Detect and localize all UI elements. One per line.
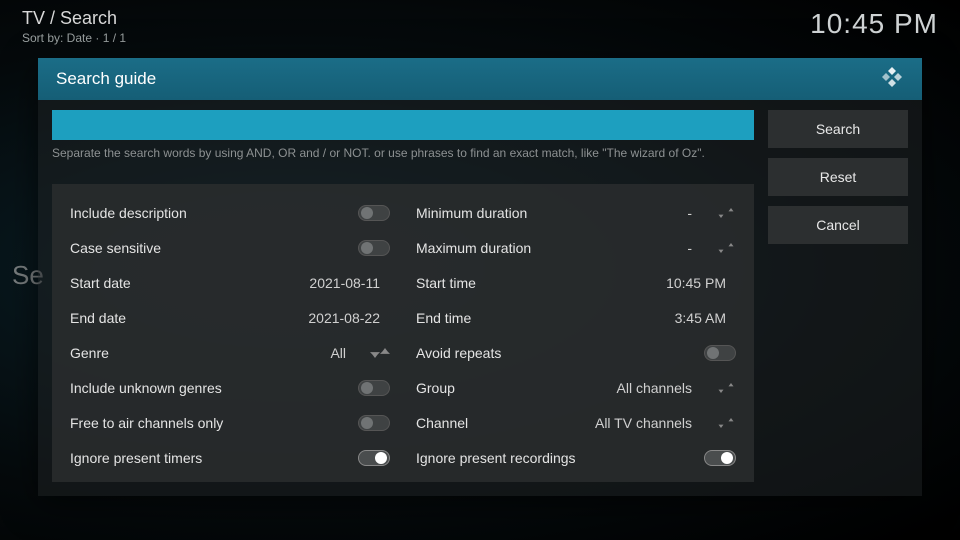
kodi-logo-icon — [880, 65, 904, 94]
include-description-toggle[interactable] — [358, 205, 390, 221]
clock: 10:45 PM — [810, 8, 938, 40]
sort-info: Sort by: Date · 1 / 1 — [22, 31, 126, 45]
end-date-label: End date — [70, 310, 308, 326]
search-hint: Separate the search words by using AND, … — [52, 146, 754, 162]
search-button[interactable]: Search — [768, 110, 908, 148]
group-value: All channels — [617, 380, 703, 396]
ignore-present-timers-row[interactable]: Ignore present timers — [70, 441, 390, 476]
free-to-air-label: Free to air channels only — [70, 415, 358, 431]
min-duration-label: Minimum duration — [416, 205, 687, 221]
genre-value: All — [330, 345, 356, 361]
start-date-row[interactable]: Start date 2021-08-11 — [70, 266, 390, 301]
start-date-label: Start date — [70, 275, 309, 291]
min-duration-row[interactable]: Minimum duration - — [416, 196, 736, 231]
start-date-value: 2021-08-11 — [309, 275, 390, 291]
min-duration-value: - — [687, 205, 702, 221]
start-time-value: 10:45 PM — [666, 275, 736, 291]
end-date-row[interactable]: End date 2021-08-22 — [70, 301, 390, 336]
avoid-repeats-label: Avoid repeats — [416, 345, 704, 361]
ignore-present-recordings-row[interactable]: Ignore present recordings — [416, 441, 736, 476]
start-time-row[interactable]: Start time 10:45 PM — [416, 266, 736, 301]
max-duration-row[interactable]: Maximum duration - — [416, 231, 736, 266]
case-sensitive-toggle[interactable] — [358, 240, 390, 256]
search-input[interactable] — [52, 110, 754, 140]
free-to-air-toggle[interactable] — [358, 415, 390, 431]
channel-spinner-icon[interactable] — [716, 416, 736, 430]
ignore-present-recordings-toggle[interactable] — [704, 450, 736, 466]
case-sensitive-label: Case sensitive — [70, 240, 358, 256]
include-description-label: Include description — [70, 205, 358, 221]
channel-label: Channel — [416, 415, 595, 431]
avoid-repeats-toggle[interactable] — [704, 345, 736, 361]
ignore-present-recordings-label: Ignore present recordings — [416, 450, 704, 466]
genre-row[interactable]: Genre All — [70, 336, 390, 371]
search-guide-dialog: Search guide Separate the search words b… — [38, 58, 922, 496]
dialog-header: Search guide — [38, 58, 922, 100]
ignore-present-timers-toggle[interactable] — [358, 450, 390, 466]
start-time-label: Start time — [416, 275, 666, 291]
min-duration-spinner-icon[interactable] — [716, 206, 736, 220]
ignore-present-timers-label: Ignore present timers — [70, 450, 358, 466]
max-duration-spinner-icon[interactable] — [716, 241, 736, 255]
end-time-row[interactable]: End time 3:45 AM — [416, 301, 736, 336]
group-spinner-icon[interactable] — [716, 381, 736, 395]
end-date-value: 2021-08-22 — [308, 310, 390, 326]
reset-button[interactable]: Reset — [768, 158, 908, 196]
options-panel: Include description Case sensitive Start… — [52, 184, 754, 482]
group-row[interactable]: Group All channels — [416, 371, 736, 406]
max-duration-label: Maximum duration — [416, 240, 687, 256]
max-duration-value: - — [687, 240, 702, 256]
channel-value: All TV channels — [595, 415, 702, 431]
dialog-title: Search guide — [56, 69, 156, 89]
include-unknown-genres-label: Include unknown genres — [70, 380, 358, 396]
channel-row[interactable]: Channel All TV channels — [416, 406, 736, 441]
breadcrumb: TV / Search — [22, 8, 126, 29]
top-bar: TV / Search Sort by: Date · 1 / 1 10:45 … — [0, 0, 960, 45]
case-sensitive-row[interactable]: Case sensitive — [70, 231, 390, 266]
end-time-value: 3:45 AM — [675, 310, 736, 326]
genre-label: Genre — [70, 345, 330, 361]
include-description-row[interactable]: Include description — [70, 196, 390, 231]
genre-spinner-icon[interactable] — [370, 346, 390, 360]
avoid-repeats-row[interactable]: Avoid repeats — [416, 336, 736, 371]
end-time-label: End time — [416, 310, 675, 326]
cancel-button[interactable]: Cancel — [768, 206, 908, 244]
include-unknown-genres-row[interactable]: Include unknown genres — [70, 371, 390, 406]
free-to-air-row[interactable]: Free to air channels only — [70, 406, 390, 441]
include-unknown-genres-toggle[interactable] — [358, 380, 390, 396]
group-label: Group — [416, 380, 617, 396]
